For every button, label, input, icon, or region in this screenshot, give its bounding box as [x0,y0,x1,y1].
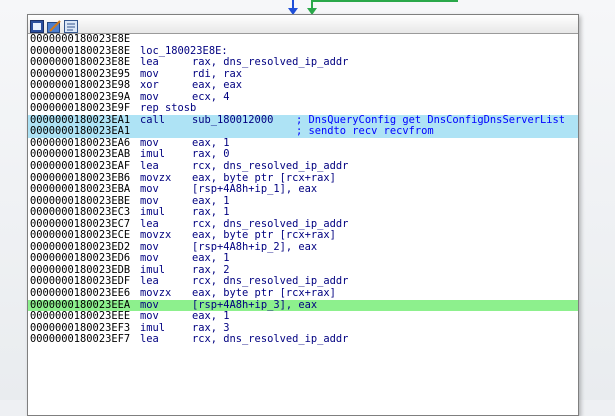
edit-icon[interactable] [47,18,61,33]
line-address: 0000000180023EAF [30,160,131,173]
instruction-mnemonic[interactable]: lea [140,334,192,346]
code-line[interactable]: 0000000180023EE6 movzx eax, byte ptr [rcx+… [28,287,578,300]
code-line[interactable]: 0000000180023E98 xor eax, eax [28,80,578,92]
blue-arrow-icon [288,0,298,15]
instruction-mnemonic[interactable]: mov [140,184,192,196]
instruction-operands[interactable]: rcx, dns_resolved_ip_addr [192,334,348,346]
instruction-operands[interactable]: eax, eax [192,80,242,92]
instruction-mnemonic[interactable]: xor [140,80,192,92]
line-address: 0000000180023E8E [30,33,131,45]
instruction-operands[interactable]: rax, dns_resolved_ip_addr [192,57,348,69]
instruction-mnemonic[interactable]: movzx [140,287,192,300]
graph-view-icon[interactable] [30,18,44,33]
code-line[interactable]: 0000000180023E8E [28,33,578,46]
node-titlebar [28,15,578,34]
instruction-mnemonic[interactable]: call [140,114,192,127]
line-address: 0000000180023EF7 [30,333,131,346]
line-comment: ; sendto recv recvfrom [296,125,434,138]
line-address: 0000000180023EEE [30,310,131,323]
line-address: 0000000180023EE6 [30,287,131,300]
instruction-operands[interactable]: rcx, dns_resolved_ip_addr [192,160,348,173]
instruction-operands[interactable]: eax, byte ptr [rcx+rax] [192,287,336,300]
text-view-icon[interactable] [64,18,78,33]
instruction-operands[interactable]: ecx, 4 [192,91,230,104]
instruction-mnemonic[interactable]: lea [140,160,192,173]
green-arrow-icon [307,0,458,15]
code-block-node[interactable]: 0000000180023E8E 0000000180023E8E loc_1800… [27,14,579,416]
instruction-mnemonic[interactable]: mov [140,311,192,323]
instruction-operands[interactable]: [rsp+4A8h+ip_1], eax [192,184,317,196]
code-line[interactable]: 0000000180023EF7 lea rcx, dns_resolved_ip_… [28,334,578,346]
code-line[interactable]: 0000000180023EEE mov eax, 1 [28,311,578,323]
line-address: 0000000180023E98 [30,79,131,92]
instruction-operands[interactable]: eax, 1 [192,311,230,323]
line-address: 0000000180023E8E [30,56,131,69]
instruction-mnemonic[interactable] [140,34,192,46]
code-line[interactable]: 0000000180023E8E lea rax, dns_resolved_ip_… [28,57,578,69]
code-line[interactable]: 0000000180023EAF lea rcx, dns_resolved_ip_… [28,160,578,173]
instruction-mnemonic[interactable]: lea [140,57,192,69]
instruction-operands[interactable]: sub_180012000 [192,114,273,127]
line-address: 0000000180023EBA [30,183,131,196]
code-line[interactable]: 0000000180023EBA mov [rsp+4A8h+ip_1], eax [28,184,578,196]
disassembly-listing[interactable]: 0000000180023E8E 0000000180023E8E loc_1800… [28,33,578,346]
